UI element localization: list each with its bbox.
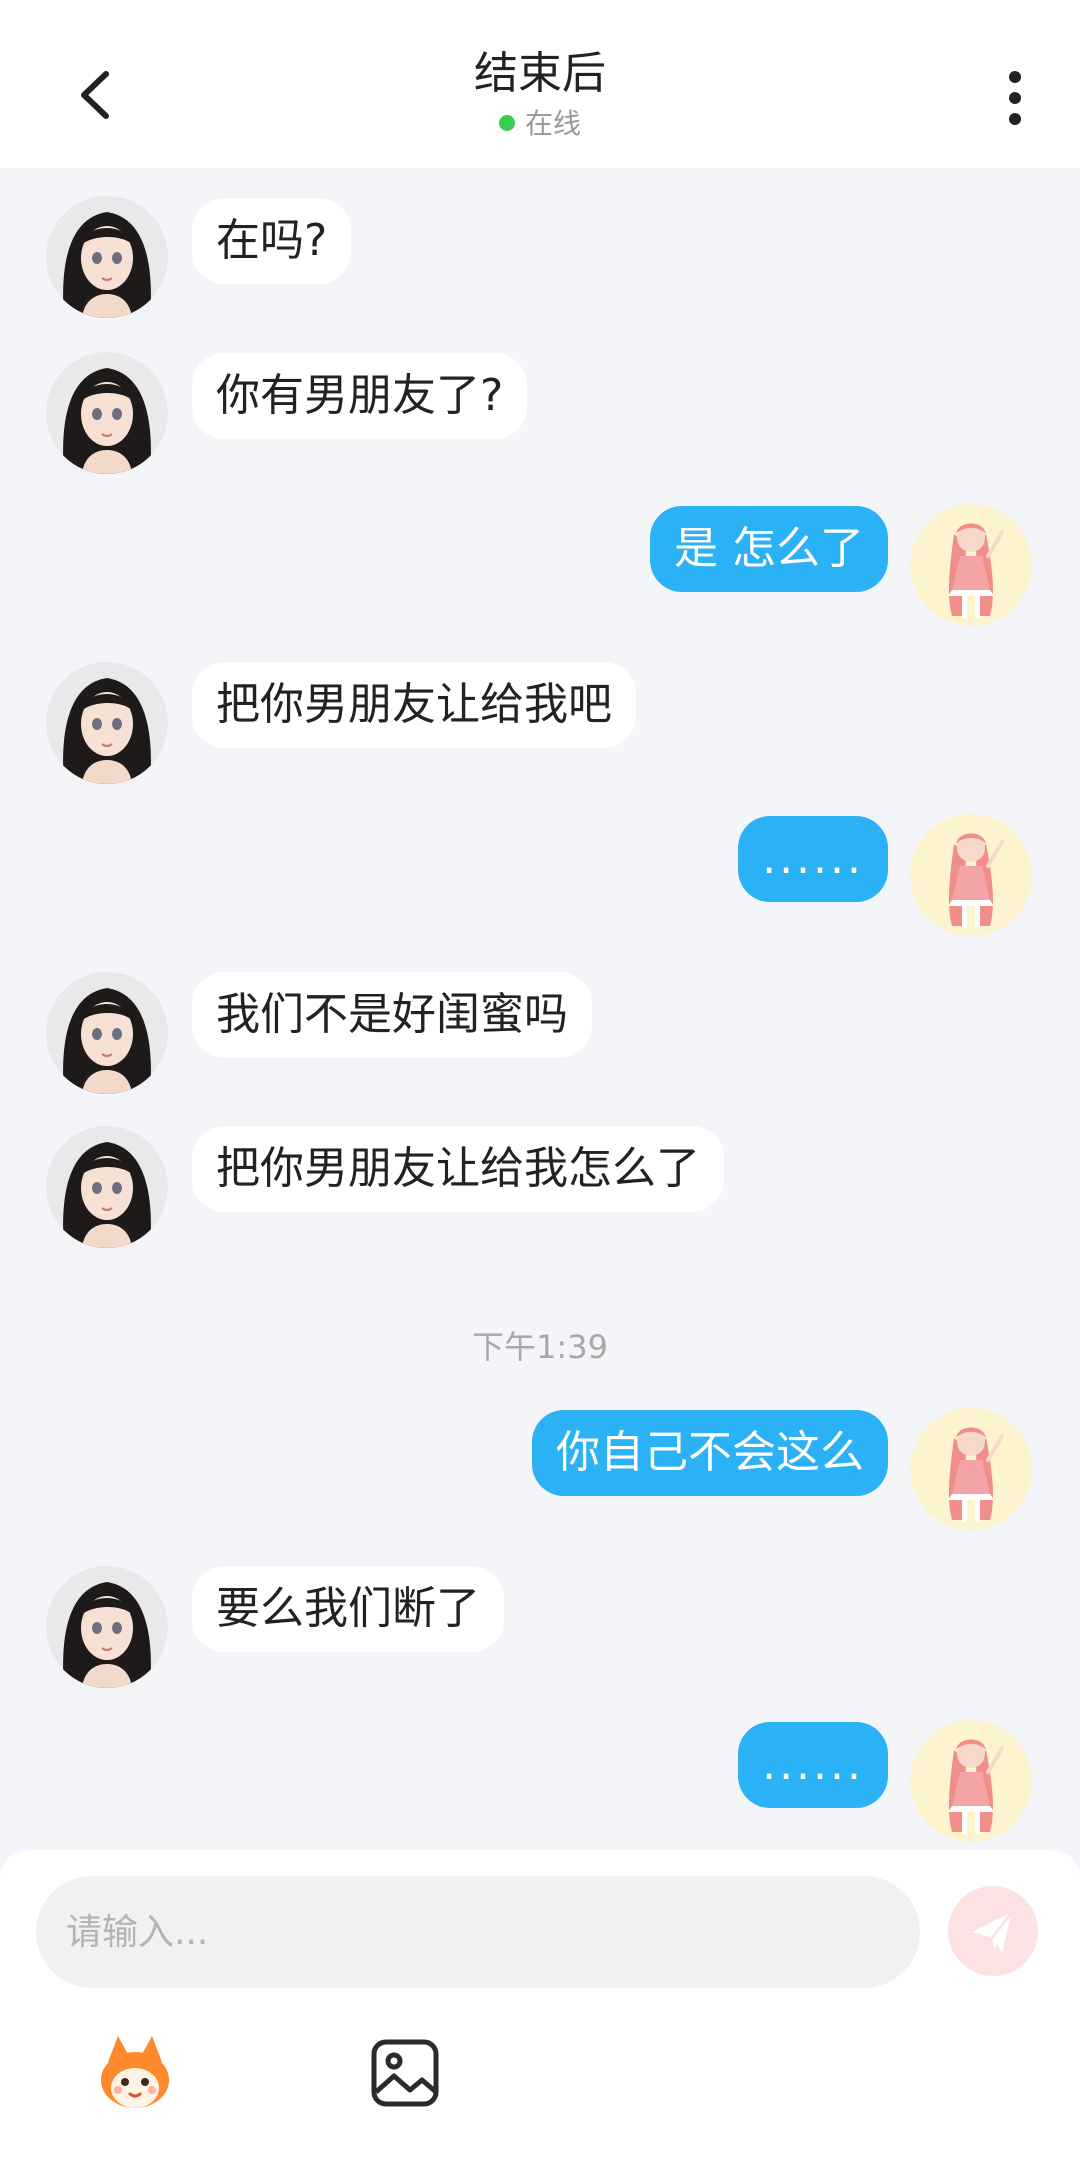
back-icon[interactable] <box>62 60 132 130</box>
anime-girl-avatar-icon <box>948 523 1004 618</box>
message-bubble-outgoing[interactable]: 你自己不会这么 <box>532 1410 888 1496</box>
send-button[interactable] <box>948 1886 1038 1976</box>
fox-mascot-icon <box>101 2036 169 2108</box>
girl-portrait-icon <box>63 988 151 1094</box>
message-bubble-outgoing[interactable]: 是 怎么了 <box>650 506 888 592</box>
my-avatar[interactable] <box>910 504 1032 626</box>
contact-avatar[interactable] <box>46 1566 168 1688</box>
online-status: 在线 <box>340 106 740 142</box>
message-bubble-outgoing[interactable]: ...... <box>738 816 888 902</box>
message-bubble-incoming[interactable]: 把你男朋友让给我怎么了 <box>192 1126 724 1212</box>
girl-portrait-icon <box>63 212 151 318</box>
message-bubble-incoming[interactable]: 在吗? <box>192 198 352 284</box>
message-bubble-incoming[interactable]: 要么我们断了 <box>192 1566 504 1652</box>
girl-portrait-icon <box>63 368 151 474</box>
message-bubble-outgoing[interactable]: ...... <box>738 1722 888 1808</box>
title-block: 结束后 在线 <box>340 44 740 142</box>
message-list[interactable]: 在吗? 你有男朋友了? 是 怎么了 把你男朋友让给我吧 ...... 我们不是好… <box>0 168 1080 1848</box>
message-timestamp: 下午1:39 <box>472 1328 608 1366</box>
my-avatar[interactable] <box>910 814 1032 936</box>
message-bubble-incoming[interactable]: 把你男朋友让给我吧 <box>192 662 636 748</box>
my-avatar[interactable] <box>910 1720 1032 1842</box>
chat-title: 结束后 <box>474 48 606 99</box>
message-bubble-incoming[interactable]: 你有男朋友了? <box>192 353 528 439</box>
contact-avatar[interactable] <box>46 1126 168 1248</box>
contact-avatar[interactable] <box>46 972 168 1094</box>
image-picker-button[interactable] <box>360 2028 450 2118</box>
message-bubble-incoming[interactable]: 我们不是好闺蜜吗 <box>192 972 592 1058</box>
contact-avatar[interactable] <box>46 352 168 474</box>
girl-portrait-icon <box>63 1582 151 1688</box>
sticker-button[interactable] <box>90 2028 180 2118</box>
contact-avatar[interactable] <box>46 196 168 318</box>
my-avatar[interactable] <box>910 1408 1032 1530</box>
girl-portrait-icon <box>63 1142 151 1248</box>
paper-plane-icon <box>972 1911 1014 1952</box>
girl-portrait-icon <box>63 678 151 784</box>
anime-girl-avatar-icon <box>948 833 1004 928</box>
message-input[interactable] <box>36 1876 920 1988</box>
anime-girl-avatar-icon <box>948 1427 1004 1522</box>
online-dot-icon <box>498 115 515 131</box>
anime-girl-avatar-icon <box>948 1739 1004 1834</box>
online-status-label: 在线 <box>524 107 581 140</box>
chat-header: 结束后 在线 <box>0 0 1080 168</box>
composer-panel <box>0 1850 1080 2175</box>
image-icon <box>371 2039 439 2107</box>
more-vertical-icon[interactable] <box>985 68 1045 128</box>
contact-avatar[interactable] <box>46 662 168 784</box>
